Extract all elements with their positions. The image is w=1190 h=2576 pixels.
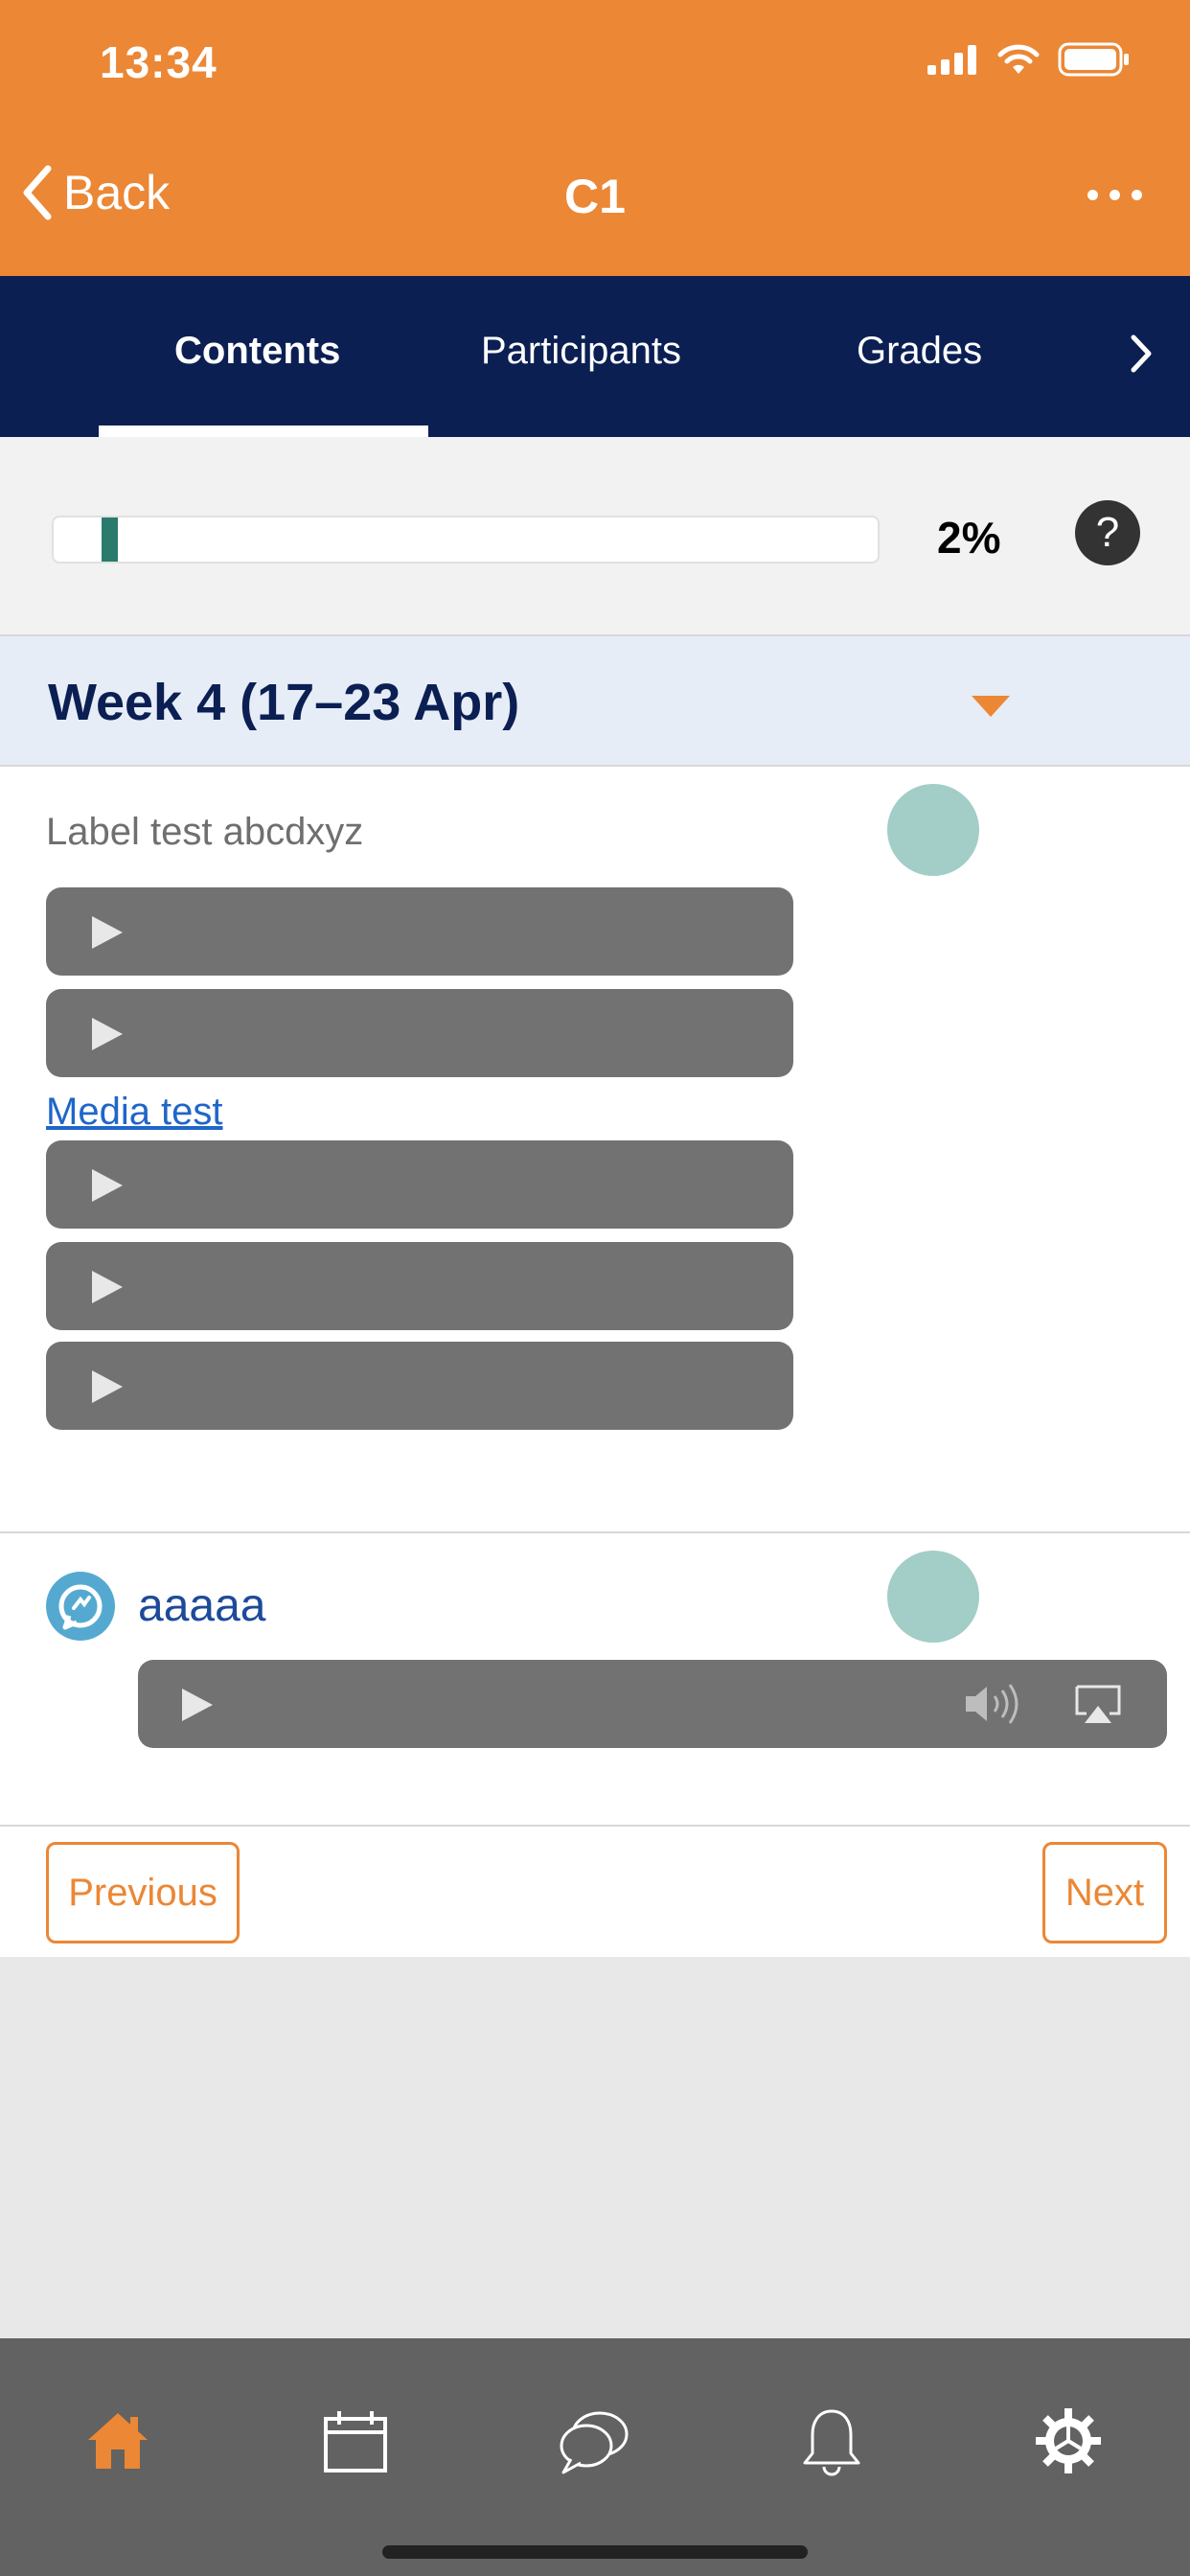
- media-player[interactable]: [46, 887, 793, 976]
- play-icon[interactable]: [90, 1269, 125, 1305]
- caret-down-icon[interactable]: [970, 694, 1012, 719]
- play-icon[interactable]: [90, 1016, 125, 1052]
- airplay-icon[interactable]: [1073, 1683, 1123, 1727]
- media-player[interactable]: [46, 1140, 793, 1229]
- tab-grades[interactable]: Grades: [857, 330, 982, 373]
- section-content: Label test abcdxyz Media test aaaaa Prev…: [0, 767, 1190, 1957]
- more-dot-icon: [1132, 190, 1142, 200]
- activity-name[interactable]: aaaaa: [138, 1579, 265, 1632]
- media-player[interactable]: [46, 1342, 793, 1430]
- signal-icon: [927, 45, 976, 75]
- page-title: C1: [564, 170, 626, 223]
- progress-bar-fill: [102, 518, 118, 562]
- active-tab-indicator: [99, 426, 428, 437]
- media-player[interactable]: [46, 989, 793, 1077]
- battery-icon: [1058, 42, 1129, 77]
- tab-participants[interactable]: Participants: [481, 330, 681, 373]
- course-progress: 2% ?: [0, 437, 1190, 636]
- calendar-icon[interactable]: [322, 2407, 389, 2474]
- play-icon[interactable]: [180, 1687, 215, 1723]
- navigation-bar: Back C1: [0, 132, 1190, 276]
- divider: [0, 1531, 1190, 1533]
- media-test-link[interactable]: Media test: [46, 1091, 223, 1134]
- status-bar: 13:34: [0, 0, 1190, 132]
- home-icon[interactable]: [84, 2407, 151, 2474]
- bottom-tab-bar: [0, 2338, 1190, 2576]
- progress-bar: [52, 516, 880, 564]
- completion-status-icon[interactable]: [887, 784, 979, 876]
- more-options-button[interactable]: [1087, 190, 1142, 200]
- play-icon[interactable]: [90, 1368, 125, 1405]
- settings-icon[interactable]: [1035, 2407, 1102, 2474]
- next-button[interactable]: Next: [1042, 1842, 1167, 1944]
- section-title: Week 4 (17–23 Apr): [48, 674, 520, 731]
- hotpot-icon: [58, 1584, 103, 1630]
- completion-status-icon[interactable]: [887, 1551, 979, 1643]
- previous-button[interactable]: Previous: [46, 1842, 240, 1944]
- divider: [0, 1825, 1190, 1827]
- more-dot-icon: [1087, 190, 1098, 200]
- section-header[interactable]: Week 4 (17–23 Apr): [0, 636, 1190, 767]
- tab-contents[interactable]: Contents: [174, 330, 340, 373]
- help-button[interactable]: ?: [1075, 500, 1140, 565]
- play-icon[interactable]: [90, 1167, 125, 1204]
- messages-icon[interactable]: [558, 2407, 630, 2476]
- status-icons: [927, 42, 1131, 77]
- status-time: 13:34: [100, 37, 217, 87]
- activity-icon: [46, 1572, 115, 1641]
- label-text: Label test abcdxyz: [46, 811, 364, 853]
- home-indicator: [382, 2545, 808, 2559]
- chevron-right-icon: [1131, 334, 1152, 373]
- audio-player[interactable]: [138, 1660, 1167, 1748]
- tabs-next-button[interactable]: [1129, 334, 1154, 379]
- volume-icon[interactable]: [962, 1681, 1025, 1727]
- notifications-icon[interactable]: [801, 2407, 862, 2478]
- progress-percent: 2%: [937, 513, 1001, 563]
- media-player[interactable]: [46, 1242, 793, 1330]
- course-tabs: Contents Participants Grades: [0, 276, 1190, 437]
- play-icon[interactable]: [90, 914, 125, 951]
- wifi-icon: [997, 44, 1040, 74]
- more-dot-icon: [1110, 190, 1120, 200]
